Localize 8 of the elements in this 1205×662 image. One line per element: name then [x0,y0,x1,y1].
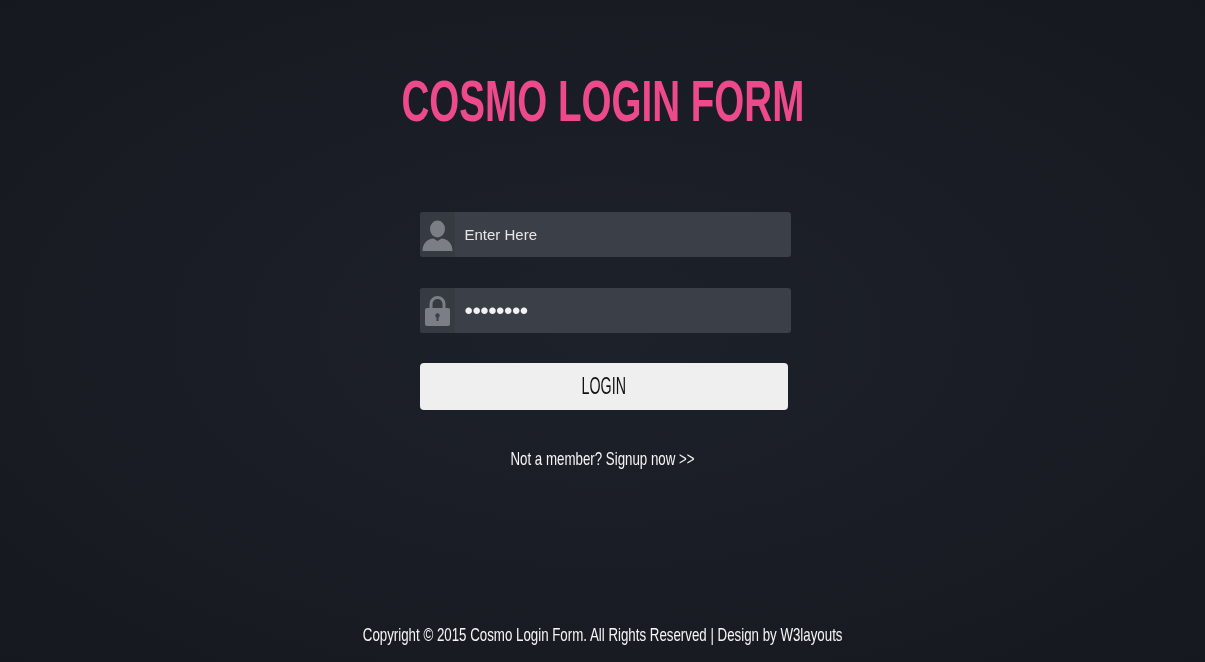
login-button[interactable]: LOGIN [419,363,788,410]
signup-link[interactable]: Signup now >> [605,448,695,469]
user-icon [419,212,455,257]
copyright-text: Copyright © 2015 Cosmo Login Form. All Rights Reserved | Design by W3layouts [362,624,843,646]
page-title: COSMO LOGIN FORM [401,72,804,130]
lock-icon [419,288,455,333]
designer-link[interactable]: W3layouts [780,624,843,645]
signup-prompt: Not a member? Signup now >> [510,448,695,470]
